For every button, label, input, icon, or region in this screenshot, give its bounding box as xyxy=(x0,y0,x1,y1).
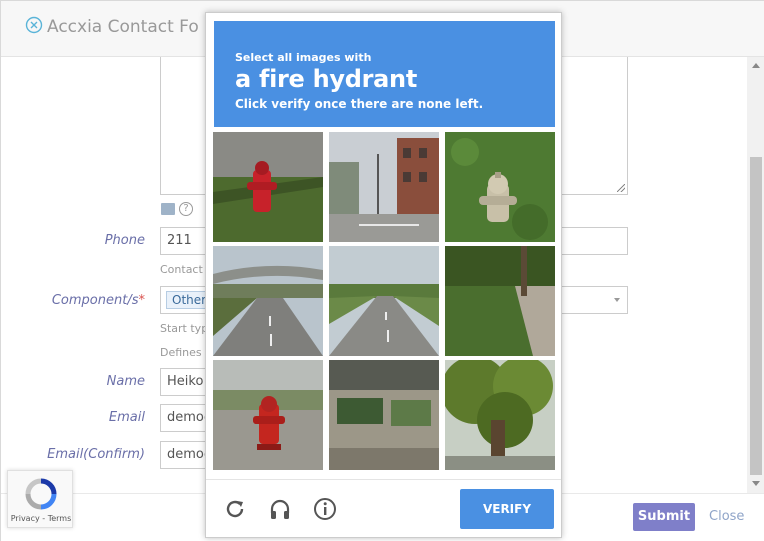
email-confirm-input[interactable]: demo@ xyxy=(160,441,208,469)
components-label: Component/s* xyxy=(5,293,145,308)
submit-button[interactable]: Submit xyxy=(633,503,695,531)
instruction-line-3: Click verify once there are none left. xyxy=(235,97,484,111)
captcha-tile[interactable] xyxy=(329,360,439,470)
required-mark: * xyxy=(138,293,146,308)
dialog-title: Accxia Contact Fo xyxy=(25,16,199,37)
captcha-challenge: Select all images with a fire hydrant Cl… xyxy=(205,12,562,538)
components-label-text: Component/s xyxy=(51,293,139,308)
components-hint: Start typi xyxy=(160,322,212,335)
name-input[interactable]: Heiko xyxy=(160,368,208,396)
captcha-tile[interactable] xyxy=(213,132,323,242)
overpass-image xyxy=(213,246,323,356)
chevron-down-icon[interactable] xyxy=(614,298,620,302)
street-image xyxy=(329,132,439,242)
captcha-footer: VERIFY xyxy=(206,479,561,537)
captcha-tile[interactable] xyxy=(445,246,555,356)
attach-folder-icon[interactable] xyxy=(161,203,175,215)
circle-x-icon[interactable] xyxy=(25,16,43,34)
vertical-scrollbar[interactable] xyxy=(747,57,764,493)
instruction-target: a fire hydrant xyxy=(235,65,417,93)
scroll-up-icon[interactable] xyxy=(752,63,760,68)
info-icon[interactable] xyxy=(313,497,337,521)
captcha-tile[interactable] xyxy=(445,132,555,242)
scroll-down-icon[interactable] xyxy=(752,481,760,486)
instruction-line-1: Select all images with xyxy=(235,51,372,64)
captcha-instructions: Select all images with a fire hydrant Cl… xyxy=(214,21,555,127)
close-link[interactable]: Close xyxy=(709,509,744,524)
phone-label: Phone xyxy=(104,233,145,248)
email-input[interactable]: demo@ xyxy=(160,404,208,432)
hydrant-image xyxy=(213,360,323,470)
tree-image xyxy=(445,360,555,470)
grass-sidewalk-image xyxy=(445,246,555,356)
captcha-tile[interactable] xyxy=(329,246,439,356)
name-label: Name xyxy=(106,374,145,389)
resize-grip-icon[interactable] xyxy=(617,184,625,192)
hydrant-image xyxy=(445,132,555,242)
headphones-icon[interactable] xyxy=(268,497,292,521)
recaptcha-logo-icon xyxy=(25,478,57,510)
recaptcha-badge[interactable]: Privacy - Terms xyxy=(7,470,73,528)
captcha-tile[interactable] xyxy=(329,132,439,242)
phone-input[interactable]: 211 xyxy=(160,227,208,255)
email-confirm-label: Email(Confirm) xyxy=(47,447,145,462)
reload-icon[interactable] xyxy=(223,497,247,521)
hydrant-image xyxy=(213,132,323,242)
phone-input-right[interactable] xyxy=(560,227,628,255)
captcha-tile[interactable] xyxy=(445,360,555,470)
recaptcha-links[interactable]: Privacy - Terms xyxy=(8,514,74,523)
highway-image xyxy=(329,246,439,356)
email-label: Email xyxy=(108,410,145,425)
dialog-title-text: Accxia Contact Fo xyxy=(47,17,199,37)
captcha-tile[interactable] xyxy=(213,360,323,470)
bridge-underpass-image xyxy=(329,360,439,470)
help-icon[interactable]: ? xyxy=(179,202,193,216)
scroll-thumb[interactable] xyxy=(750,157,762,475)
captcha-tile[interactable] xyxy=(213,246,323,356)
verify-button[interactable]: VERIFY xyxy=(460,489,554,529)
